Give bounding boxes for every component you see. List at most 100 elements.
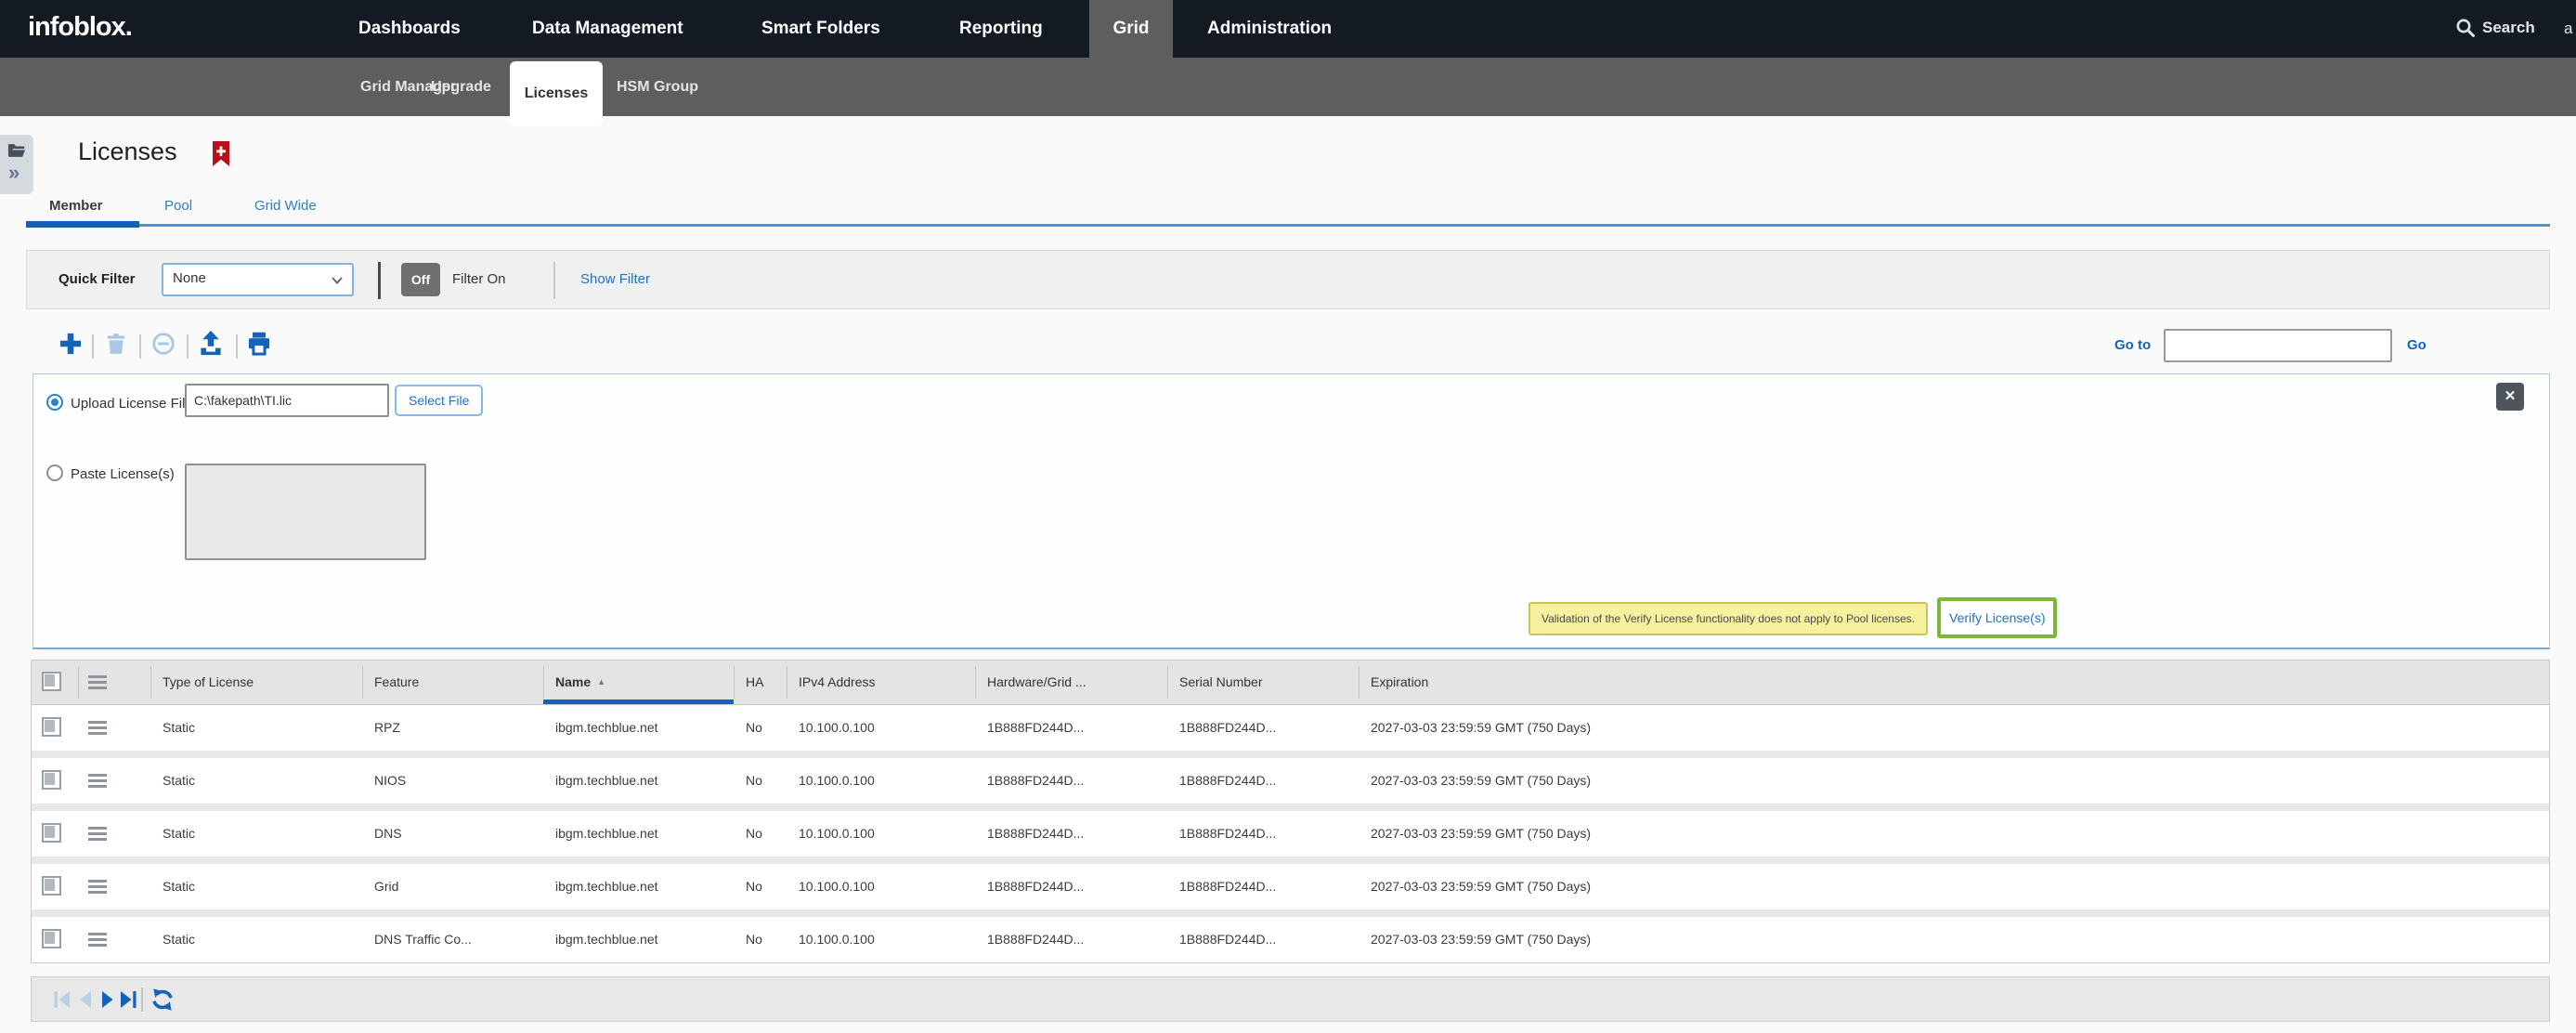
- column-header-serial[interactable]: Serial Number: [1167, 660, 1359, 704]
- first-page-icon[interactable]: [52, 989, 72, 1010]
- table-row[interactable]: StaticDNS Traffic Co...ibgm.techblue.net…: [32, 917, 2549, 962]
- disable-icon[interactable]: [151, 332, 176, 356]
- upload-license-file-radio[interactable]: [46, 394, 63, 411]
- user-menu[interactable]: a: [2564, 20, 2576, 38]
- cell-expiration: 2027-03-03 23:59:59 GMT (750 Days): [1359, 758, 2549, 804]
- add-icon[interactable]: [58, 331, 84, 357]
- upload-icon[interactable]: [197, 329, 225, 357]
- infoblox-logo: infoblox.: [28, 12, 132, 43]
- subnav-licenses[interactable]: Licenses: [510, 61, 603, 126]
- quick-filter-dropdown[interactable]: None: [162, 263, 354, 296]
- global-search[interactable]: Search: [2455, 18, 2535, 38]
- cell-type: Static: [150, 864, 362, 909]
- column-header-feature[interactable]: Feature: [362, 660, 543, 704]
- tab-pool[interactable]: Pool: [164, 198, 192, 214]
- topnav-smart-folders[interactable]: Smart Folders: [761, 0, 880, 58]
- tab-member[interactable]: Member: [49, 198, 103, 214]
- cell-ha: No: [734, 705, 787, 751]
- column-header-ha[interactable]: HA: [734, 660, 787, 704]
- cell-serial: 1B888FD244D...: [1167, 758, 1359, 804]
- refresh-icon[interactable]: [150, 987, 175, 1012]
- table-row[interactable]: StaticDNSibgm.techblue.netNo10.100.0.100…: [32, 811, 2549, 864]
- header-menu-icon[interactable]: [88, 675, 107, 692]
- cell-serial: 1B888FD244D...: [1167, 917, 1359, 962]
- print-icon[interactable]: [246, 331, 272, 357]
- verify-licenses-button[interactable]: Verify License(s): [1937, 597, 2057, 638]
- row-menu-icon[interactable]: [88, 827, 107, 843]
- filter-on-label: Filter On: [452, 271, 506, 287]
- topnav-reporting[interactable]: Reporting: [959, 0, 1043, 58]
- finder-folder-icon: [7, 143, 26, 158]
- close-icon[interactable]: ✕: [2496, 383, 2524, 411]
- go-button[interactable]: Go: [2407, 337, 2426, 353]
- upload-license-panel: ✕ Upload License File Select File Paste …: [33, 373, 2550, 649]
- table-row[interactable]: StaticGridibgm.techblue.netNo10.100.0.10…: [32, 864, 2549, 917]
- tab-grid-wide[interactable]: Grid Wide: [254, 198, 317, 214]
- filter-on-toggle[interactable]: Off: [401, 263, 440, 296]
- row-checkbox[interactable]: [42, 717, 61, 737]
- previous-page-icon[interactable]: [75, 989, 96, 1010]
- search-icon: [2455, 18, 2476, 38]
- column-header-name-label: Name: [555, 674, 591, 689]
- last-page-icon[interactable]: [118, 989, 138, 1010]
- bookmark-add-icon[interactable]: [211, 141, 231, 167]
- delete-icon[interactable]: [104, 332, 128, 356]
- select-file-button[interactable]: Select File: [395, 385, 483, 416]
- cell-name: ibgm.techblue.net: [543, 864, 734, 909]
- goto-input[interactable]: [2164, 329, 2392, 362]
- page-title: Licenses: [78, 137, 177, 166]
- column-header-name[interactable]: Name▲: [543, 660, 734, 704]
- cell-name: ibgm.techblue.net: [543, 758, 734, 804]
- column-header-expiration[interactable]: Expiration: [1359, 660, 2549, 704]
- topnav-dashboards[interactable]: Dashboards: [358, 0, 461, 58]
- cell-name: ibgm.techblue.net: [543, 917, 734, 962]
- cell-feature: Grid: [362, 864, 543, 909]
- top-bar: infoblox. Dashboards Data Management Sma…: [0, 0, 2576, 58]
- divider: [236, 334, 238, 359]
- quick-filter-value: None: [173, 270, 206, 286]
- sidebar-collapse-handle[interactable]: »: [0, 135, 33, 194]
- column-header-ipv4[interactable]: IPv4 Address: [787, 660, 975, 704]
- goto-label: Go to: [2114, 337, 2151, 353]
- table-row[interactable]: StaticNIOSibgm.techblue.netNo10.100.0.10…: [32, 758, 2549, 811]
- cell-ipv4: 10.100.0.100: [787, 811, 975, 856]
- paste-licenses-radio[interactable]: [46, 464, 63, 481]
- cell-ipv4: 10.100.0.100: [787, 758, 975, 804]
- column-header-type[interactable]: Type of License: [150, 660, 362, 704]
- table-row[interactable]: StaticRPZibgm.techblue.netNo10.100.0.100…: [32, 705, 2549, 758]
- row-checkbox[interactable]: [42, 929, 61, 948]
- license-file-path-input[interactable]: [185, 384, 389, 417]
- cell-ipv4: 10.100.0.100: [787, 917, 975, 962]
- cell-type: Static: [150, 758, 362, 804]
- cell-ha: No: [734, 864, 787, 909]
- subnav-upgrade[interactable]: Upgrade: [431, 58, 491, 116]
- cell-serial: 1B888FD244D...: [1167, 811, 1359, 856]
- quick-filter-bar: Quick Filter None Off Filter On Show Fil…: [26, 250, 2550, 309]
- cell-expiration: 2027-03-03 23:59:59 GMT (750 Days): [1359, 811, 2549, 856]
- show-filter-link[interactable]: Show Filter: [580, 271, 650, 287]
- select-all-checkbox[interactable]: [42, 672, 61, 691]
- cell-hardware: 1B888FD244D...: [975, 758, 1167, 804]
- sorted-column-indicator: [543, 700, 734, 704]
- topnav-grid[interactable]: Grid: [1089, 0, 1173, 58]
- cell-ha: No: [734, 917, 787, 962]
- divider: [553, 262, 555, 299]
- topnav-administration[interactable]: Administration: [1207, 0, 1332, 58]
- row-checkbox[interactable]: [42, 876, 61, 896]
- row-menu-icon[interactable]: [88, 721, 107, 738]
- next-page-icon[interactable]: [98, 989, 118, 1010]
- row-menu-icon[interactable]: [88, 933, 107, 949]
- column-header-hardware[interactable]: Hardware/Grid ...: [975, 660, 1167, 704]
- row-menu-icon[interactable]: [88, 880, 107, 896]
- topnav-data-management[interactable]: Data Management: [532, 0, 683, 58]
- paste-licenses-textarea[interactable]: [185, 464, 426, 560]
- cell-hardware: 1B888FD244D...: [975, 917, 1167, 962]
- cell-name: ibgm.techblue.net: [543, 811, 734, 856]
- row-menu-icon[interactable]: [88, 774, 107, 791]
- app-window: infoblox. Dashboards Data Management Sma…: [0, 0, 2576, 1033]
- divider: [139, 334, 141, 359]
- subnav-hsm-group[interactable]: HSM Group: [617, 58, 698, 116]
- row-checkbox[interactable]: [42, 770, 61, 790]
- row-checkbox[interactable]: [42, 823, 61, 843]
- divider: [187, 334, 189, 359]
